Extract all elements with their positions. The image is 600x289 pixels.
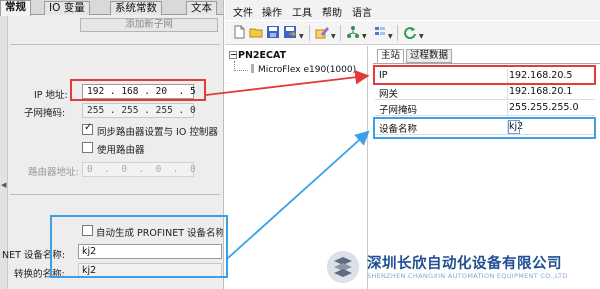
tab-io-variables[interactable]: IO 变量 [44,1,90,15]
menu-file[interactable]: 文件 [233,4,253,19]
save-as-icon[interactable] [283,25,297,39]
menu-bar: 文件 操作 工具 帮助 语言 [225,0,600,20]
highlight-ip-left [70,79,206,101]
list-icon[interactable] [373,25,387,39]
use-router-checkbox[interactable] [82,142,93,153]
toolbar: ▼ ▼ ▼ ▼ ▼ [225,21,600,45]
tab-text[interactable]: 文本 [186,1,217,15]
chevron-down-icon[interactable]: ▼ [388,33,393,40]
tab-master[interactable]: 主站 [377,49,405,63]
menu-tools[interactable]: 工具 [292,4,312,19]
refresh-icon[interactable] [403,25,417,39]
highlight-device-name-right [373,117,596,139]
device-icon [251,64,254,73]
ip-address-label: IP 地址: [34,90,68,101]
toolbar-separator [309,25,310,41]
chevron-down-icon[interactable]: ▼ [331,33,336,40]
sync-router-checkbox[interactable] [82,122,93,135]
tab-system-constants[interactable]: 系统常数 [110,1,162,15]
toolbar-separator [340,25,341,41]
property-grid: IP 192.168.20.5 网关 192.168.20.1 子网掩码 255.25… [373,63,600,135]
company-name-en: SHENZHEN CHANGXIN AUTOMATION EQUIPMENT C… [367,272,568,280]
network-icon[interactable] [346,25,360,39]
highlight-device-name-left [50,215,228,278]
chevron-down-icon[interactable]: ▼ [362,33,367,40]
subnet-mask-label: 子网掩码: [24,108,66,119]
subnet-mask-input[interactable]: 255 . 255 . 255 . 0 [82,103,196,118]
menu-operation[interactable]: 操作 [262,4,282,19]
chevron-down-icon[interactable]: ▼ [419,33,424,40]
add-subnet-button[interactable]: 添加新子网 [80,18,218,32]
menu-language[interactable]: 语言 [352,4,372,19]
new-file-icon[interactable] [232,25,246,39]
tree-connector [234,70,248,71]
save-icon[interactable] [266,25,280,39]
sync-router-label: 同步路由器设置与 IO 控制器 [97,127,218,138]
toolbar-separator [397,25,398,41]
company-logo: 深圳长欣自动化设备有限公司 SHENZHEN CHANGXIN AUTOMATI… [322,246,600,289]
tab-general[interactable]: 常规 [0,0,31,16]
tab-process-data[interactable]: 过程数据 [406,49,453,63]
menu-help[interactable]: 帮助 [322,4,342,19]
scroll-left-arrow-icon[interactable]: ◀ [1,181,6,189]
router-address-input[interactable]: 0 . 0 . 0 . 0 [82,162,196,177]
property-row-gateway[interactable]: 网关 192.168.20.1 [375,85,595,100]
company-name-cn: 深圳长欣自动化设备有限公司 [367,256,562,272]
divider [10,194,220,195]
tree-node-device[interactable]: MicroFlex e190(1000) [251,64,356,75]
router-address-label: 路由器地址: [28,167,79,178]
use-router-label: 使用路由器 [97,145,145,156]
tree-node-root[interactable]: −PN2ECAT [229,50,286,61]
property-row-subnet[interactable]: 子网掩码 255.255.255.0 [375,101,595,116]
divider [10,44,220,45]
company-logo-icon [327,251,359,283]
edit-icon[interactable] [315,25,329,39]
properties-tab-bar: 常规 IO 变量 系统常数 文本 [0,0,223,16]
open-folder-icon[interactable] [249,25,263,39]
highlight-ip-right [373,65,596,85]
collapse-icon[interactable]: − [229,51,237,59]
chevron-down-icon[interactable]: ▼ [299,33,304,40]
